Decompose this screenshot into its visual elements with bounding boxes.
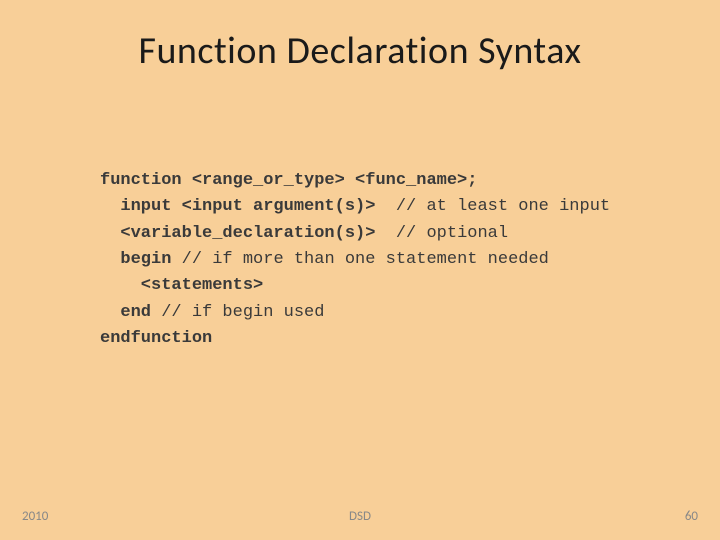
code-line-7: endfunction — [100, 329, 212, 348]
code-line-5: <statements> — [100, 276, 263, 295]
code-line-6a: end — [100, 303, 161, 322]
slide-title: Function Declaration Syntax — [0, 28, 720, 74]
code-block: function <range_or_type> <func_name>; in… — [100, 168, 610, 352]
code-line-6-comment: // if begin used — [161, 303, 324, 322]
code-line-2-comment: // at least one input — [396, 197, 610, 216]
slide: Function Declaration Syntax function <ra… — [0, 0, 720, 540]
code-line-1: function <range_or_type> <func_name>; — [100, 171, 477, 190]
footer-page-number: 60 — [685, 509, 698, 524]
code-line-4a: begin — [100, 250, 182, 269]
code-line-4-comment: // if more than one statement needed — [182, 250, 549, 269]
code-line-2a: input <input argument(s)> — [100, 197, 396, 216]
footer-label: DSD — [0, 509, 720, 524]
code-line-3-comment: // optional — [396, 224, 508, 243]
code-line-3a: <variable_declaration(s)> — [100, 224, 396, 243]
